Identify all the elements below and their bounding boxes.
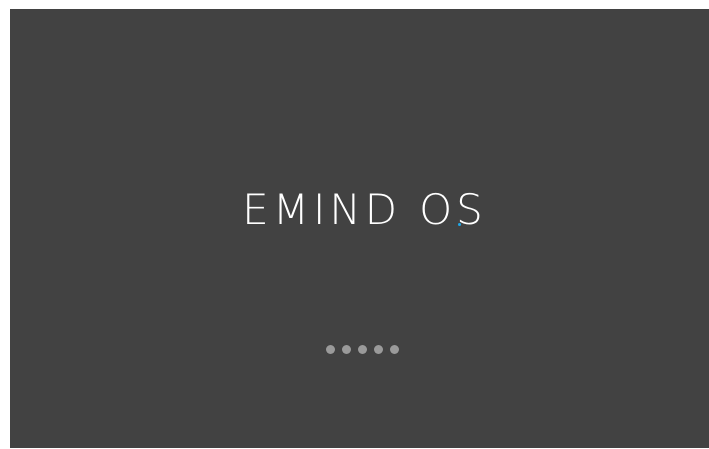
loading-indicator [16,345,709,354]
boot-screen: EMIND OS [10,9,709,448]
loading-dot [326,345,335,354]
os-logo: EMIND OS [20,189,709,231]
loading-dot [374,345,383,354]
logo-word-emind: EMIND [242,185,402,234]
loading-dot [342,345,351,354]
loading-dot [358,345,367,354]
logo-letter-o: O [419,185,457,234]
loading-dot [390,345,399,354]
logo-letter-s: S [456,185,487,234]
